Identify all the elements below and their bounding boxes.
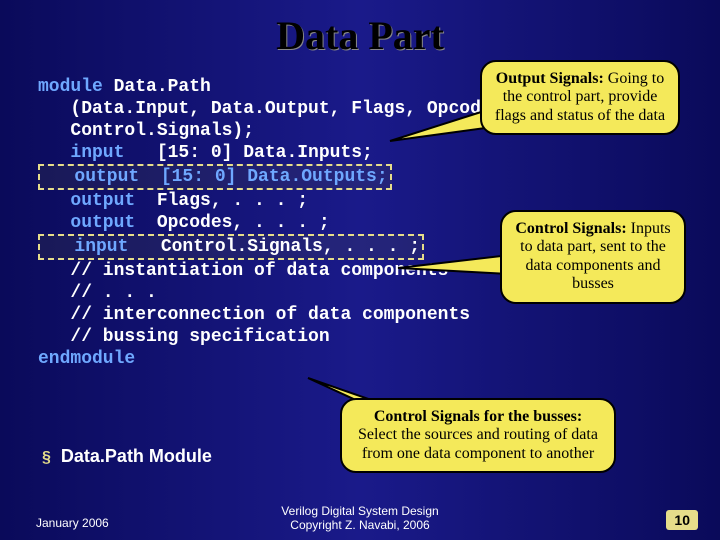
callout-output-signals: Output Signals: Going to the control par… — [480, 60, 680, 135]
page-number: 10 — [666, 510, 698, 530]
module-name: Data.Path — [103, 77, 211, 97]
bullet-marker: § — [42, 449, 51, 467]
bullet-item: § Data.Path Module — [42, 446, 212, 467]
callout-control-signals: Control Signals: Inputs to data part, se… — [500, 210, 686, 304]
highlight-input-ctrl: input Control.Signals, . . . ; — [38, 234, 424, 260]
callout-bus-signals: Control Signals for the busses: Select t… — [340, 398, 616, 473]
decl-ctrl: Control.Signals, . . . ; — [128, 237, 420, 257]
callout-out-title: Output Signals: — [496, 70, 604, 87]
decl-opcodes: Opcodes, . . . ; — [135, 213, 329, 233]
kw-output-opcodes: output — [38, 213, 135, 233]
footer-date: January 2006 — [36, 516, 109, 530]
comment-3: // interconnection of data components — [38, 304, 682, 326]
comment-4: // bussing specification — [38, 326, 682, 348]
callout-bus-body: Select the sources and routing of data f… — [358, 426, 598, 461]
slide-footer: January 2006 Verilog Digital System Desi… — [0, 504, 720, 532]
decl-datainputs: [15: 0] Data.Inputs; — [124, 143, 372, 163]
kw-output-flags: output — [38, 191, 135, 211]
slide-title: Data Part — [0, 0, 720, 59]
bullet-text: Data.Path Module — [61, 446, 212, 467]
kw-module: module — [38, 77, 103, 97]
callout-ctrl-title: Control Signals: — [515, 220, 626, 237]
decl-dataoutputs: output [15: 0] Data.Outputs; — [42, 167, 388, 187]
kw-endmodule: endmodule — [38, 349, 135, 369]
highlight-output-line: output [15: 0] Data.Outputs; — [38, 164, 392, 190]
callout-bus-title: Control Signals for the busses: — [374, 408, 582, 425]
kw-input: input — [38, 143, 124, 163]
kw-input-ctrl: input — [42, 237, 128, 257]
decl-flags: Flags, . . . ; — [135, 191, 308, 211]
